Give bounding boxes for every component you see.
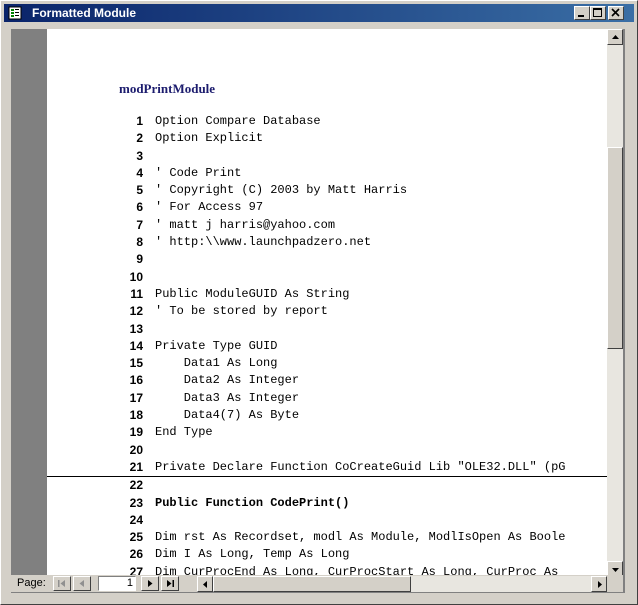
code-line: 24 [47,512,607,529]
line-number: 3 [136,148,143,163]
line-number: 16 [129,373,143,388]
horizontal-scrollbar[interactable] [197,576,607,592]
line-number: 2 [136,131,143,146]
line-number: 25 [129,530,143,545]
line-number: 14 [129,338,143,353]
code-line: 25 Dim rst As Recordset, modl As Module, … [47,529,607,546]
code-text: Dim rst As Recordset, modl As Module, Mo… [155,530,566,545]
code-line: 11 Public ModuleGUID As String [47,286,607,303]
line-number: 8 [136,235,143,250]
code-text: Option Compare Database [155,114,321,128]
code-text: Data1 As Long [155,356,278,371]
code-line: 10 [47,269,607,286]
page-number-input[interactable]: 1 [98,576,136,591]
line-number: 17 [129,390,143,405]
code-text: ' matt j harris@yahoo.com [155,217,336,232]
code-text: ' For Access 97 [155,200,264,215]
maximize-button[interactable] [590,6,606,20]
minimize-button[interactable] [574,6,590,20]
code-text: Private Type GUID [155,338,278,353]
vertical-scroll-thumb[interactable] [607,147,623,349]
line-number: 18 [129,408,143,423]
code-listing: 1 Option Compare Database 2 Option Explicit… [47,113,607,575]
line-number: 24 [129,512,143,527]
module-title: modPrintModule [119,81,216,96]
page-label: Page: [17,577,46,589]
scroll-left-button[interactable] [197,576,213,592]
code-line: 3 [47,148,607,165]
code-line: 2 Option Explicit [47,130,607,147]
line-number: 7 [136,217,143,232]
horizontal-scroll-thumb[interactable] [213,576,411,592]
vertical-scrollbar[interactable] [607,29,623,577]
line-number: 6 [136,200,143,215]
line-number: 5 [136,183,143,198]
window-title: Formatted Module [32,6,136,20]
code-text: ' http:\\www.launchpadzero.net [155,235,372,250]
code-text: Dim I As Long, Temp As Long [155,547,350,562]
code-line: 12 ' To be stored by report [47,303,607,320]
code-text: Dim CurProcEnd As Long, CurProcStart As … [155,564,559,575]
code-line: 23 Public Function CodePrint() [47,495,607,512]
code-text: ' Code Print [155,165,242,180]
code-text: Data2 As Integer [155,373,300,388]
code-line: 16 Data2 As Integer [47,372,607,389]
first-page-button[interactable] [53,576,71,591]
code-line: 26 Dim I As Long, Temp As Long [47,546,607,563]
code-line: 13 [47,321,607,338]
code-line: 18 Data4(7) As Byte [47,407,607,424]
code-line: 8 ' http:\\www.launchpadzero.net [47,234,607,251]
line-number: 10 [129,269,143,284]
code-text: Private Declare Function CoCreateGuid Li… [155,459,566,474]
report-preview-area: modPrintModule 1 Option Compare Database 2… [11,29,625,593]
line-number: 9 [136,252,143,267]
close-button[interactable] [608,6,624,20]
next-page-button[interactable] [141,576,159,591]
code-text: Data3 As Integer [155,390,300,405]
code-line: 1 Option Compare Database [47,113,607,130]
code-line: 9 [47,251,607,268]
module-window-icon[interactable] [8,6,22,20]
previous-page-button[interactable] [73,576,91,591]
scroll-right-button[interactable] [591,576,607,592]
code-line: 5 ' Copyright (C) 2003 by Matt Harris [47,182,607,199]
line-number: 11 [130,286,143,301]
record-navigation-bar: Page: 1 [11,575,623,592]
last-page-button[interactable] [161,576,179,591]
line-number: 20 [129,442,143,457]
code-text: Data4(7) As Byte [155,408,300,423]
code-text: ' Copyright (C) 2003 by Matt Harris [155,183,408,198]
code-text: Option Explicit [155,131,264,146]
line-number: 23 [129,495,143,510]
line-number: 21 [129,459,143,474]
code-line: 17 Data3 As Integer [47,390,607,407]
code-line: 20 [47,442,607,459]
line-number: 26 [129,547,143,562]
report-page: modPrintModule 1 Option Compare Database 2… [47,29,607,575]
line-number: 12 [129,304,143,319]
line-number: 15 [129,356,143,371]
code-text: ' To be stored by report [155,304,328,319]
code-line: 6 ' For Access 97 [47,199,607,216]
code-line: 4 ' Code Print [47,165,607,182]
code-line: 27 Dim CurProcEnd As Long, CurProcStart A… [47,564,607,575]
line-number: 22 [129,478,143,493]
line-number: 19 [129,425,143,440]
code-line: 14 Private Type GUID [47,338,607,355]
line-number: 27 [129,564,143,575]
code-line: 15 Data1 As Long [47,355,607,372]
formatted-module-window: Formatted Module modPrintModule 1 Option … [0,0,638,605]
code-text: End Type [155,425,213,440]
line-number: 1 [136,114,143,128]
code-line: 21 Private Declare Function CoCreateGuid … [47,459,607,478]
code-text: Public ModuleGUID As String [155,286,350,301]
line-number: 13 [129,321,143,336]
code-line: 19 End Type [47,424,607,441]
scroll-up-button[interactable] [607,29,623,45]
code-line: 22 [47,477,607,494]
line-number: 4 [136,165,143,180]
code-line: 7 ' matt j harris@yahoo.com [47,217,607,234]
code-text: Public Function CodePrint() [155,495,350,510]
title-bar[interactable]: Formatted Module [4,4,634,22]
